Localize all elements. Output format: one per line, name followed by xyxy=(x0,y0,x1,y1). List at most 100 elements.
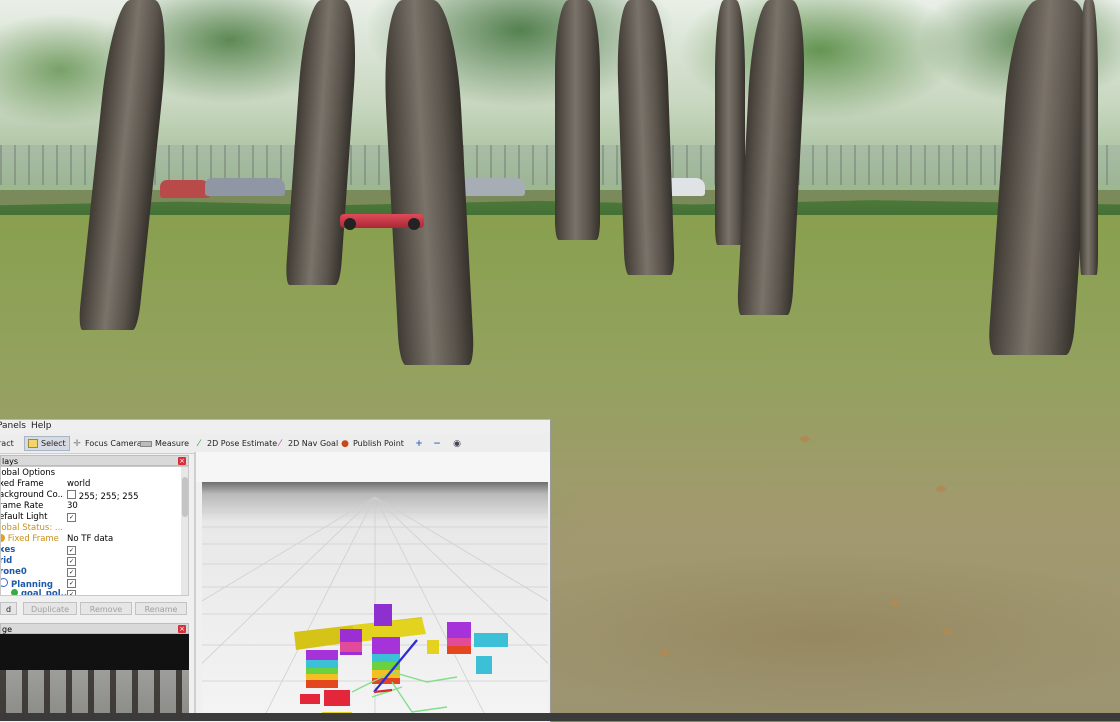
row-value: ✓ xyxy=(67,567,76,578)
eye-icon: ◉ xyxy=(453,438,461,449)
ruler-icon xyxy=(140,440,152,447)
row-key: ackground Co... xyxy=(0,490,64,500)
row-value: 30 xyxy=(67,501,78,511)
tree-scrollbar[interactable] xyxy=(181,467,188,595)
tree-trunk xyxy=(1080,0,1098,275)
tree-row[interactable]: Fixed Frame No TF data xyxy=(1,534,181,545)
tree-row[interactable]: xes ✓ xyxy=(1,545,181,556)
checkbox[interactable]: ✓ xyxy=(67,513,76,522)
remove-button[interactable]: Remove xyxy=(80,602,132,615)
crosshair-icon: ✛ xyxy=(73,438,81,449)
minus-icon: − xyxy=(433,438,441,449)
voxels xyxy=(234,604,508,721)
color-swatch[interactable] xyxy=(67,490,76,499)
displays-panel-header: lays × xyxy=(0,455,189,466)
row-value: ✓ xyxy=(67,545,76,556)
drone xyxy=(340,214,424,230)
nav-goal-tool[interactable]: ⁄ 2D Nav Goal xyxy=(275,437,338,450)
row-key: Fixed Frame xyxy=(1,534,62,545)
checkbox[interactable]: ✓ xyxy=(67,590,76,595)
tree-row[interactable]: rone0 ✓ xyxy=(1,567,181,578)
nav-goal-label: 2D Nav Goal xyxy=(288,439,339,448)
focus-camera-label: Focus Camera xyxy=(85,439,142,448)
row-key: xes xyxy=(0,545,16,555)
image-panel-title: ge xyxy=(2,625,12,634)
trajectory xyxy=(351,671,458,713)
row-key-text: Fixed Frame xyxy=(7,534,59,544)
menu-panels[interactable]: Panels xyxy=(0,421,26,431)
checkbox[interactable]: ✓ xyxy=(67,568,76,577)
row-value: ✓ xyxy=(67,512,76,523)
tree-row[interactable]: rid ✓ xyxy=(1,556,181,567)
parked-car xyxy=(160,180,210,198)
row-key: rone0 xyxy=(0,567,27,577)
leaf xyxy=(942,628,952,634)
measure-tool[interactable]: Measure xyxy=(140,437,189,450)
camera-type-tool[interactable]: ◉ xyxy=(452,437,462,450)
menu-bar: Panels Help xyxy=(0,420,550,433)
row-key: rame Rate xyxy=(0,501,44,511)
tree-row[interactable]: rame Rate 30 xyxy=(1,501,181,512)
pose-estimate-tool[interactable]: ⁄ 2D Pose Estimate xyxy=(194,437,277,450)
leaf xyxy=(660,650,670,656)
interact-label: ract xyxy=(0,439,14,448)
add-button[interactable]: d xyxy=(0,602,17,615)
row-value: No TF data xyxy=(67,534,114,544)
tree-row[interactable]: ackground Co... 255; 255; 255 xyxy=(0,490,181,502)
tree-row[interactable]: xed Frame world xyxy=(1,479,181,490)
publish-point-label: Publish Point xyxy=(353,439,404,448)
leaf xyxy=(890,600,900,606)
checkbox[interactable]: ✓ xyxy=(67,579,76,588)
scroll-thumb[interactable] xyxy=(182,477,188,517)
minus-tool[interactable]: − xyxy=(432,437,442,450)
tree-row[interactable]: efault Light ✓ xyxy=(1,512,181,523)
pose-estimate-label: 2D Pose Estimate xyxy=(207,439,278,448)
row-key: xed Frame xyxy=(0,479,44,489)
select-label: Select xyxy=(41,439,66,448)
taskbar xyxy=(0,713,1120,721)
pink-arrow-icon: ⁄ xyxy=(279,438,281,449)
row-key: lobal Options xyxy=(0,468,56,478)
focus-camera-tool[interactable]: ✛ Focus Camera xyxy=(72,437,142,450)
checkbox[interactable]: ✓ xyxy=(67,546,76,555)
interact-tool[interactable]: ract xyxy=(0,437,14,450)
parked-car xyxy=(205,178,285,196)
tree-row[interactable]: Planning ✓ xyxy=(1,578,181,590)
row-value: ✓ xyxy=(67,589,76,595)
checkbox[interactable]: ✓ xyxy=(67,557,76,566)
duplicate-button[interactable]: Duplicate xyxy=(23,602,77,615)
tree-trunk xyxy=(555,0,600,240)
plus-icon: + xyxy=(415,438,423,449)
leaf xyxy=(800,436,810,442)
row-key: efault Light xyxy=(0,512,48,522)
select-tool[interactable]: Select xyxy=(24,436,70,451)
close-icon[interactable]: × xyxy=(178,457,186,465)
row-key-text: goal_pol... xyxy=(20,589,71,596)
displays-title: lays xyxy=(2,457,19,466)
row-value: ✓ xyxy=(67,578,76,589)
marker-icon xyxy=(11,589,18,595)
menu-help[interactable]: Help xyxy=(31,421,52,431)
tree-row[interactable]: goal_pol... ✓ xyxy=(1,589,181,596)
plus-tool[interactable]: + xyxy=(414,437,424,450)
warning-icon xyxy=(1,534,5,542)
splitter[interactable] xyxy=(194,452,196,721)
toolbar: ract Select ✛ Focus Camera Measure ⁄ 2D … xyxy=(0,433,550,454)
tree-row[interactable]: lobal Options xyxy=(1,468,181,479)
close-icon[interactable]: × xyxy=(178,625,186,633)
folder-icon xyxy=(1,578,8,587)
voxel-map xyxy=(202,496,548,721)
tree-row[interactable]: lobal Status: ... xyxy=(1,523,181,534)
row-key: lobal Status: ... xyxy=(0,523,63,533)
render-viewport[interactable] xyxy=(202,482,548,721)
row-key: rid xyxy=(0,556,13,566)
map-pin-icon: ● xyxy=(341,438,349,449)
select-icon xyxy=(28,439,38,448)
green-arrow-icon: ⁄ xyxy=(198,438,200,449)
publish-point-tool[interactable]: ● Publish Point xyxy=(340,437,404,450)
leaf xyxy=(936,486,946,492)
camera-image xyxy=(0,634,189,721)
row-value: world xyxy=(67,479,91,489)
viewport-top xyxy=(196,452,550,482)
rename-button[interactable]: Rename xyxy=(135,602,187,615)
